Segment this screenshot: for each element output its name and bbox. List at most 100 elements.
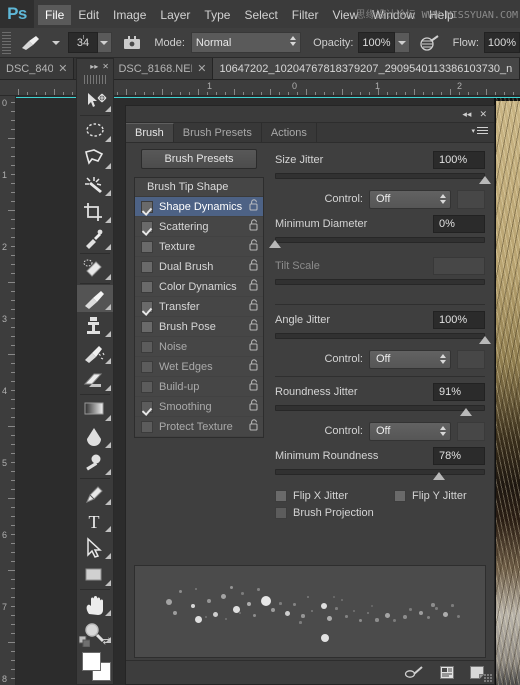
lasso-tool[interactable] — [77, 144, 113, 171]
lock-open-icon[interactable] — [249, 379, 259, 394]
menu-item-filter[interactable]: Filter — [285, 5, 326, 25]
roundness-jitter-control-select[interactable]: Off — [369, 421, 451, 441]
spot-healing-brush-tool[interactable] — [77, 255, 113, 282]
brush-projection-checkbox[interactable]: Brush Projection — [275, 507, 374, 519]
roundness-jitter-field[interactable]: 91% — [433, 382, 485, 401]
lock-open-icon[interactable] — [249, 319, 259, 334]
close-icon[interactable]: ✕ — [197, 62, 206, 75]
brush-tip-shape-item[interactable]: Brush Tip Shape — [135, 178, 263, 197]
panel-menu-icon[interactable]: ▾ — [471, 127, 488, 135]
brush-option-checkbox[interactable] — [141, 380, 153, 393]
lock-open-icon[interactable] — [249, 399, 259, 414]
brush-option-checkbox[interactable] — [141, 200, 153, 213]
toggle-brush-icon[interactable] — [404, 665, 424, 680]
foreground-color-swatch[interactable] — [82, 652, 101, 671]
minimum-diameter-slider[interactable] — [269, 236, 485, 248]
history-brush-tool[interactable] — [77, 339, 113, 366]
crop-tool[interactable] — [77, 198, 113, 225]
lock-open-icon[interactable] — [249, 299, 259, 314]
size-jitter-slider[interactable] — [275, 172, 491, 184]
brush-option-row[interactable]: Color Dynamics — [135, 277, 263, 297]
minimum-diameter-field[interactable]: 0% — [433, 214, 485, 233]
brush-option-row[interactable]: Protect Texture — [135, 417, 263, 437]
brush-option-checkbox[interactable] — [141, 400, 153, 413]
brush-preset-chevron-down-icon[interactable] — [52, 40, 61, 45]
dodge-tool[interactable] — [77, 450, 113, 477]
close-icon[interactable]: ✕ — [58, 62, 67, 75]
opacity-dropdown-icon[interactable] — [394, 32, 411, 53]
move-tool[interactable] — [77, 87, 113, 114]
document-tab[interactable]: 10647202_10204767818379207_2909540113386… — [213, 58, 520, 79]
minimum-roundness-slider[interactable] — [275, 468, 485, 480]
menu-item-layer[interactable]: Layer — [153, 5, 197, 25]
brush-option-row[interactable]: Dual Brush — [135, 257, 263, 277]
pen-tool[interactable] — [77, 480, 113, 507]
lock-open-icon[interactable] — [249, 339, 259, 354]
document-tab[interactable]: DSC_8168.NEF ✕ — [112, 58, 214, 79]
brush-option-row[interactable]: Smoothing — [135, 397, 263, 417]
double-chevron-left-icon[interactable]: ◂◂ — [462, 109, 471, 119]
clone-stamp-tool[interactable] — [77, 312, 113, 339]
flip-y-jitter-checkbox[interactable]: Flip Y Jitter — [394, 490, 467, 502]
lock-open-icon[interactable] — [249, 279, 259, 294]
eraser-tool[interactable] — [77, 366, 113, 393]
path-selection-tool[interactable] — [77, 534, 113, 561]
double-chevron-right-icon[interactable]: ▸▸ — [90, 62, 98, 71]
brush-size-stepper[interactable] — [97, 32, 112, 53]
menu-item-edit[interactable]: Edit — [71, 5, 106, 25]
brush-option-checkbox[interactable] — [141, 420, 153, 433]
lock-open-icon[interactable] — [249, 419, 259, 434]
brush-option-checkbox[interactable] — [141, 300, 153, 313]
flow-field[interactable]: 100% — [483, 32, 520, 53]
brush-option-row[interactable]: Scattering — [135, 217, 263, 237]
tools-palette-grip[interactable] — [84, 75, 106, 84]
rectangle-tool[interactable] — [77, 561, 113, 588]
minimum-roundness-field[interactable]: 78% — [433, 446, 485, 465]
brush-option-row[interactable]: Texture — [135, 237, 263, 257]
lock-open-icon[interactable] — [249, 219, 259, 234]
roundness-jitter-slider[interactable] — [275, 404, 485, 416]
eyedropper-tool[interactable] — [77, 225, 113, 252]
lock-open-icon[interactable] — [249, 239, 259, 254]
menu-item-file[interactable]: File — [38, 4, 72, 25]
brush-option-row[interactable]: Noise — [135, 337, 263, 357]
brush-option-checkbox[interactable] — [141, 360, 153, 373]
elliptical-marquee-tool[interactable] — [77, 117, 113, 144]
tab-brush[interactable]: Brush — [126, 123, 174, 142]
new-preset-icon[interactable] — [440, 666, 454, 679]
menu-item-image[interactable]: Image — [106, 5, 153, 25]
brush-option-checkbox[interactable] — [141, 320, 153, 333]
new-brush-icon[interactable] — [470, 666, 484, 679]
brush-option-row[interactable]: Wet Edges — [135, 357, 263, 377]
brush-icon[interactable] — [17, 32, 45, 54]
menu-item-select[interactable]: Select — [237, 5, 284, 25]
tablet-pressure-icon[interactable] — [122, 33, 142, 53]
brush-option-checkbox[interactable] — [141, 220, 153, 233]
tab-actions[interactable]: Actions — [262, 123, 317, 142]
opacity-field[interactable]: 100% — [358, 32, 395, 53]
brush-presets-button[interactable]: Brush Presets — [141, 149, 257, 169]
panel-resize-grip[interactable] — [484, 674, 493, 683]
angle-jitter-slider[interactable] — [275, 332, 491, 344]
blend-mode-select[interactable]: Normal — [190, 32, 302, 53]
lock-open-icon[interactable] — [249, 359, 259, 374]
brush-option-checkbox[interactable] — [141, 260, 153, 273]
angle-jitter-field[interactable]: 100% — [433, 310, 485, 329]
horizontal-type-tool[interactable]: T — [77, 507, 113, 534]
brush-option-row[interactable]: Shape Dynamics — [135, 197, 263, 217]
brush-option-checkbox[interactable] — [141, 280, 153, 293]
blur-tool[interactable] — [77, 423, 113, 450]
brush-option-row[interactable]: Brush Pose — [135, 317, 263, 337]
brush-option-checkbox[interactable] — [141, 240, 153, 253]
lock-open-icon[interactable] — [249, 259, 259, 274]
hand-tool[interactable] — [77, 591, 113, 618]
size-jitter-field[interactable]: 100% — [433, 150, 485, 169]
tab-brush-presets[interactable]: Brush Presets — [174, 123, 262, 142]
close-icon[interactable]: ✕ — [102, 62, 109, 71]
magic-wand-tool[interactable] — [77, 171, 113, 198]
lock-open-icon[interactable] — [249, 199, 259, 214]
brush-option-checkbox[interactable] — [141, 340, 153, 353]
size-jitter-control-select[interactable]: Off — [369, 189, 451, 209]
brush-size-field[interactable]: 34 — [68, 32, 98, 53]
angle-jitter-control-select[interactable]: Off — [369, 349, 451, 369]
